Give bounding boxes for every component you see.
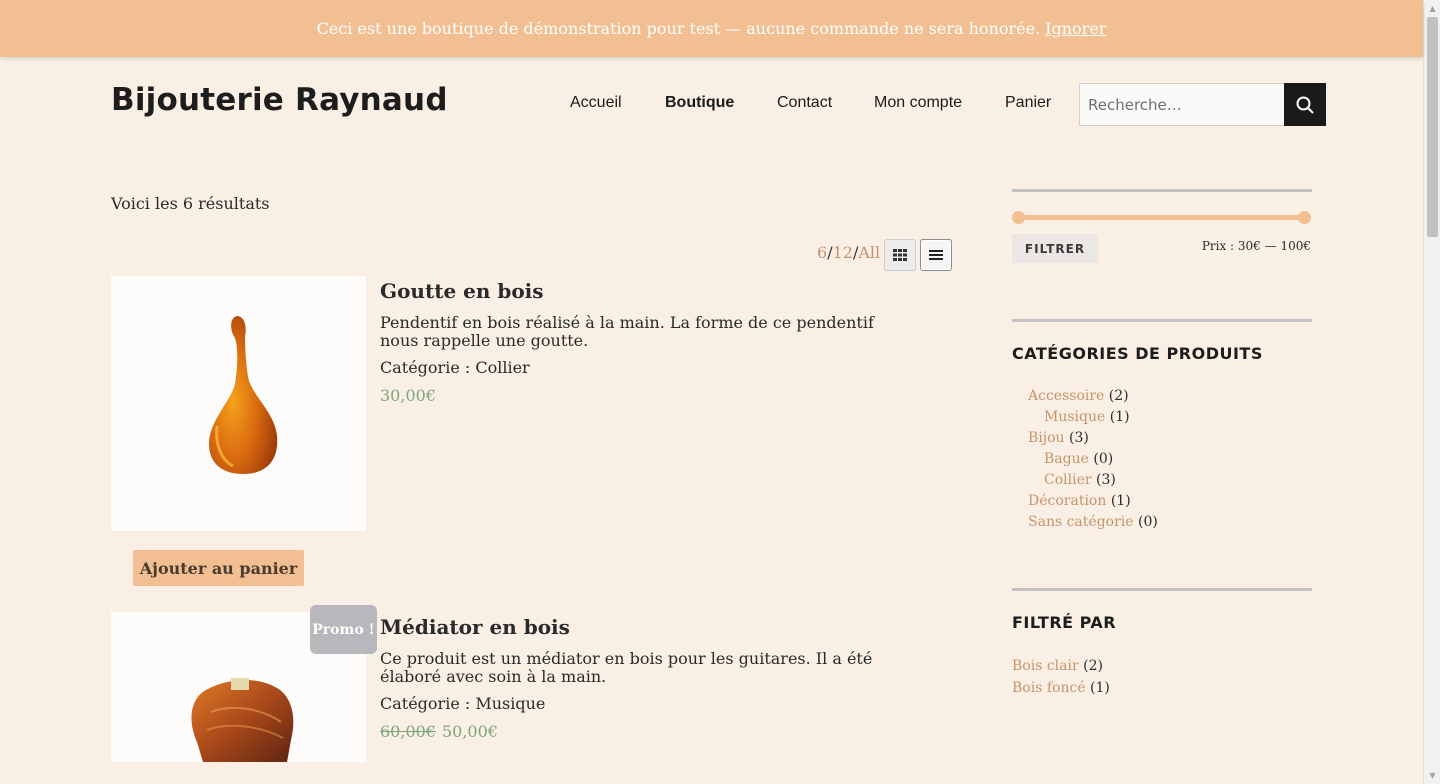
- nav-item-contact[interactable]: Contact: [777, 94, 832, 112]
- product-sale-price: 50,00€: [441, 722, 498, 741]
- product-category: Catégorie : Musique: [380, 694, 546, 713]
- category-count: (0): [1138, 514, 1158, 530]
- product-description: Ce produit est un médiator en bois pour …: [380, 649, 873, 686]
- category-link[interactable]: Décoration: [1028, 493, 1106, 509]
- price-slider-min-handle[interactable]: [1012, 211, 1025, 224]
- filter-item-bois-fonce: Bois foncé (1): [1012, 677, 1110, 699]
- category-item-decoration: Décoration (1): [1028, 491, 1158, 512]
- filter-count: (2): [1083, 658, 1103, 674]
- price-slider-max-handle[interactable]: [1298, 211, 1311, 224]
- category-link[interactable]: Bijou: [1028, 430, 1065, 446]
- category-link[interactable]: Collier: [1044, 472, 1092, 488]
- search-field-wrapper: [1079, 83, 1285, 126]
- list-icon: [929, 250, 943, 260]
- per-page-selector: 6/12/All: [817, 243, 881, 262]
- scroll-down-arrow-icon[interactable]: ▼: [1424, 767, 1440, 784]
- category-list: Accessoire (2) Musique (1) Bijou (3) Bag…: [1028, 386, 1158, 533]
- dismiss-banner-link[interactable]: Ignorer: [1045, 19, 1106, 38]
- widget-divider: [1012, 588, 1312, 591]
- category-link[interactable]: Accessoire: [1028, 388, 1104, 404]
- product-description: Pendentif en bois réalisé à la main. La …: [380, 313, 874, 350]
- scrollbar-thumb[interactable]: [1427, 17, 1438, 237]
- filter-link[interactable]: Bois foncé: [1012, 680, 1086, 696]
- product-old-price: 60,00€: [380, 722, 436, 741]
- nav-item-accueil[interactable]: Accueil: [570, 94, 622, 112]
- category-item-accessoire: Accessoire (2): [1028, 386, 1158, 407]
- search-icon: [1296, 96, 1314, 114]
- grid-view-button[interactable]: [884, 239, 916, 271]
- page-scrollbar[interactable]: ▲ ▼: [1423, 0, 1440, 784]
- category-link[interactable]: Musique: [1044, 409, 1105, 425]
- category-count: (2): [1108, 388, 1129, 404]
- filter-price-button[interactable]: FILTRER: [1012, 234, 1098, 263]
- filter-link[interactable]: Bois clair: [1012, 658, 1079, 674]
- grid-icon: [893, 249, 907, 261]
- category-count: (3): [1069, 430, 1089, 446]
- attribute-filter-list: Bois clair (2) Bois foncé (1): [1012, 655, 1110, 699]
- per-page-12[interactable]: 12: [833, 243, 853, 262]
- category-count: (0): [1093, 451, 1114, 467]
- nav-item-panier[interactable]: Panier: [1005, 94, 1051, 112]
- product-title-goutte-en-bois[interactable]: Goutte en bois: [380, 279, 544, 303]
- demo-store-banner: Ceci est une boutique de démonstration p…: [0, 0, 1423, 57]
- product-image-goutte-en-bois[interactable]: [111, 276, 366, 531]
- category-link[interactable]: Sans catégorie: [1028, 514, 1134, 530]
- promo-badge: Promo !: [310, 605, 377, 654]
- category-item-bijou: Bijou (3): [1028, 428, 1158, 449]
- price-slider-track[interactable]: [1018, 215, 1305, 220]
- nav-item-boutique[interactable]: Boutique: [665, 94, 734, 112]
- category-item-sans-categorie: Sans catégorie (0): [1028, 512, 1158, 533]
- product-title-mediator-en-bois[interactable]: Médiator en bois: [380, 615, 570, 639]
- wood-drop-pendant-image: [209, 316, 278, 474]
- filter-item-bois-clair: Bois clair (2): [1012, 655, 1110, 677]
- product-category: Catégorie : Collier: [380, 358, 530, 377]
- categories-widget-title: CATÉGORIES DE PRODUITS: [1012, 344, 1263, 363]
- result-count: Voici les 6 résultats: [111, 194, 270, 213]
- product-price: 30,00€: [380, 386, 436, 405]
- scroll-up-arrow-icon[interactable]: ▲: [1424, 0, 1440, 17]
- list-view-button[interactable]: [920, 239, 952, 271]
- widget-divider: [1012, 189, 1312, 192]
- filtered-by-widget-title: FILTRÉ PAR: [1012, 613, 1117, 632]
- filter-count: (1): [1090, 680, 1110, 696]
- add-to-cart-button[interactable]: Ajouter au panier: [133, 550, 304, 586]
- search-input[interactable]: [1088, 95, 1276, 114]
- category-link[interactable]: Bague: [1044, 451, 1089, 467]
- category-count: (1): [1109, 409, 1130, 425]
- widget-divider: [1012, 319, 1312, 322]
- category-item-collier: Collier (3): [1028, 470, 1158, 491]
- demo-banner-text: Ceci est une boutique de démonstration p…: [316, 19, 1041, 38]
- per-page-all[interactable]: All: [858, 243, 880, 262]
- category-count: (3): [1096, 472, 1116, 488]
- category-item-bague: Bague (0): [1028, 449, 1158, 470]
- search-button[interactable]: [1284, 83, 1326, 126]
- product-price: 60,00€ 50,00€: [380, 722, 498, 741]
- per-page-6[interactable]: 6: [817, 243, 827, 262]
- site-title[interactable]: Bijouterie Raynaud: [111, 82, 448, 118]
- price-range-label: Prix : 30€ — 100€: [1201, 239, 1311, 253]
- category-item-musique: Musique (1): [1028, 407, 1158, 428]
- category-count: (1): [1110, 493, 1131, 509]
- nav-item-mon-compte[interactable]: Mon compte: [874, 94, 962, 112]
